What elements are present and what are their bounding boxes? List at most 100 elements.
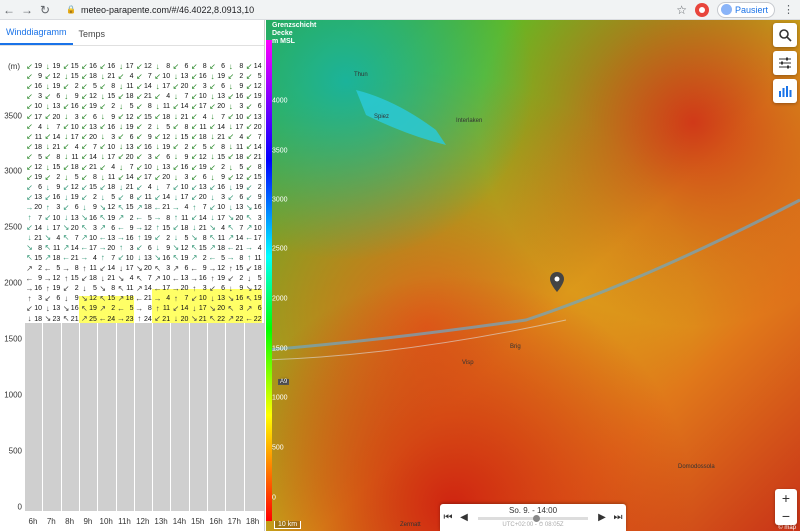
- wind-cell: ↓ 5: [80, 284, 97, 293]
- wind-cell: ↑ 7: [171, 294, 189, 303]
- zoom-in-button[interactable]: +: [775, 489, 797, 507]
- wind-cell: ↘ 8: [190, 233, 207, 243]
- wind-arrow-icon: ↙: [190, 213, 198, 222]
- wind-arrow-icon: ↑: [173, 213, 178, 222]
- wind-arrow-icon: ↙: [44, 71, 52, 81]
- wind-arrow-icon: ↙: [154, 71, 161, 81]
- wind-cell: ↙ 5: [81, 81, 97, 91]
- wind-cell: ↗ 2: [190, 253, 207, 263]
- wind-cell: ↑ 3: [43, 203, 61, 212]
- location-pin-icon[interactable]: [550, 272, 564, 292]
- time-slider[interactable]: [478, 515, 588, 522]
- wind-cell: ↓ 15: [98, 92, 116, 101]
- wind-arrow-icon: ↘: [26, 243, 33, 253]
- wind-arrow-icon: ↗: [227, 233, 235, 243]
- wind-arrow-icon: ↗: [62, 243, 70, 253]
- wind-arrow-icon: ↓: [155, 162, 160, 172]
- wind-cell: ↙ 13: [190, 182, 207, 192]
- y-tick-label: 0: [17, 502, 22, 512]
- wind-cell: ← 17: [245, 233, 262, 243]
- wind-cell: ↓ 7: [153, 183, 171, 192]
- profile-button[interactable]: Pausiert: [716, 1, 775, 18]
- wind-cell: ↙ 7: [245, 132, 262, 142]
- wind-cell: ↓ 13: [208, 92, 226, 101]
- menu-icon[interactable]: ⋮: [783, 3, 794, 16]
- wind-arrow-icon: ↙: [44, 192, 52, 202]
- wind-cell: ↙ 8: [117, 192, 134, 202]
- wind-cell: ↘ 16: [245, 202, 262, 212]
- wind-cell: → 4: [245, 243, 262, 253]
- scale-tick-label: 1500: [272, 345, 288, 353]
- y-axis-unit: (m): [8, 62, 20, 71]
- scale-tick-label: 1000: [272, 394, 288, 402]
- wind-cell: ↗ 2: [117, 213, 134, 222]
- wind-arrow-icon: ↓: [45, 122, 50, 132]
- wind-cell: ↙ 16: [227, 91, 244, 101]
- wind-arrow-icon: ↓: [45, 101, 50, 111]
- wind-cell: ↑ 15: [62, 274, 79, 283]
- wind-arrow-icon: ↓: [119, 81, 123, 91]
- wind-cell: → 12: [43, 273, 61, 283]
- wind-arrow-icon: ↙: [99, 81, 107, 91]
- wind-arrow-icon: ↓: [45, 142, 50, 152]
- wind-cell: ↗ 18: [209, 243, 225, 253]
- wind-cell: ↓ 9: [153, 244, 171, 253]
- scale-tick-label: 3500: [272, 147, 288, 155]
- x-tick-label: 7h: [46, 517, 56, 526]
- wind-cell: ↓ 21: [208, 133, 226, 142]
- wind-cell: ↙ 18: [154, 112, 171, 121]
- skip-back-icon[interactable]: ⏮: [440, 512, 456, 523]
- settings-sliders-icon[interactable]: [773, 51, 797, 75]
- wind-arrow-icon: ↙: [135, 101, 143, 111]
- slider-handle[interactable]: [533, 515, 540, 522]
- wind-arrow-icon: ↓: [173, 172, 178, 182]
- wind-cell: ↓ 13: [208, 294, 226, 303]
- wind-cell: ↘ 8: [26, 243, 42, 253]
- wind-arrow-icon: →: [171, 202, 180, 212]
- wind-cell: ↙ 6: [44, 293, 61, 303]
- wind-arrow-icon: ↙: [26, 182, 33, 192]
- wind-cell: ← 21: [62, 253, 79, 263]
- wind-arrow-icon: ↓: [45, 303, 50, 313]
- wind-cell: ↙ 6: [245, 101, 262, 111]
- bar-chart-icon[interactable]: [773, 79, 797, 103]
- wind-cell: ↙ 7: [81, 142, 97, 152]
- extension-icon[interactable]: [694, 2, 709, 17]
- scale-tick-label: 3000: [272, 196, 288, 204]
- wind-arrow-icon: ↙: [135, 91, 143, 101]
- wind-cell: ↑ 7: [190, 203, 207, 212]
- wind-cell: ↖ 11: [44, 243, 61, 253]
- wind-arrow-icon: ↙: [245, 192, 253, 202]
- wind-arrow-icon: ↓: [247, 273, 252, 283]
- map-view[interactable]: Grenzschicht Decke m MSL 4000 3500 3000 250…: [266, 20, 800, 531]
- wind-arrow-icon: ↘: [227, 293, 235, 303]
- wind-arrow-icon: ↓: [45, 182, 50, 192]
- wind-arrow-icon: ↓: [155, 61, 160, 71]
- wind-cell: ↙ 16: [44, 192, 61, 202]
- search-icon[interactable]: [773, 23, 797, 47]
- tab-winddiagramm[interactable]: Winddiagramm: [0, 27, 73, 45]
- wind-cell: ↙ 11: [26, 132, 42, 142]
- wind-arrow-icon: ←: [62, 253, 71, 263]
- wind-arrow-icon: ↘: [245, 202, 253, 212]
- wind-arrow-icon: ↓: [155, 101, 160, 111]
- back-icon[interactable]: ←: [0, 0, 18, 20]
- skip-forward-icon[interactable]: ⏭: [610, 512, 626, 523]
- wind-arrow-icon: ↙: [209, 142, 216, 152]
- forward-icon[interactable]: →: [18, 0, 36, 20]
- tab-bar: Winddiagramm Temps: [0, 20, 264, 46]
- step-forward-icon[interactable]: ▶: [594, 512, 610, 523]
- wind-cell: ↓ 7: [117, 163, 134, 172]
- wind-cell: ↙ 10: [62, 122, 79, 132]
- address-bar[interactable]: 🔒 meteo-parapente.com/#/46.4022,8.0913,1…: [60, 2, 650, 18]
- reload-icon[interactable]: ↻: [36, 0, 54, 20]
- wind-cell: ← 17: [153, 283, 171, 293]
- wind-cell: ↙ 4: [62, 142, 79, 152]
- zoom-out-button[interactable]: −: [775, 507, 797, 525]
- step-back-icon[interactable]: ◀: [456, 512, 472, 523]
- wind-cell: ↙ 15: [81, 182, 97, 192]
- wind-cell: ↓ 3: [98, 133, 116, 142]
- wind-arrow-icon: ↙: [172, 101, 180, 111]
- tab-temps[interactable]: Temps: [73, 29, 112, 45]
- bookmark-star-icon[interactable]: ☆: [676, 3, 687, 17]
